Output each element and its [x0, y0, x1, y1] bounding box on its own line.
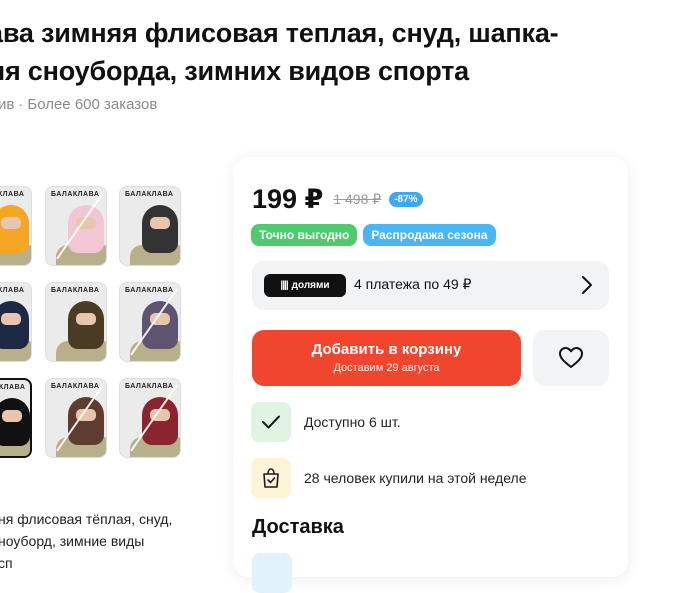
gallery-thumbnail[interactable]: БАЛАКЛАВА	[45, 186, 107, 266]
thumbnail-caption: БАЛАКЛАВА	[0, 191, 25, 198]
thumbnail-caption: БАЛАКЛАВА	[51, 383, 100, 390]
dolyami-logo-icon: ||||	[280, 280, 288, 291]
delivery-icon	[252, 553, 292, 593]
popularity-row: 28 человек купили на этой неделе	[251, 458, 526, 498]
popularity-badge	[251, 458, 291, 498]
gallery-thumbnail[interactable]: БАЛАКЛАВА	[119, 378, 181, 458]
delivery-date-label: Доставим 29 августа	[333, 362, 440, 374]
favorite-button[interactable]	[533, 330, 609, 386]
price-row: 199 ₽ 1 498 ₽ -87%	[252, 183, 423, 215]
gallery-thumbnail[interactable]: БАЛАКЛАВА	[0, 282, 32, 362]
discount-badge: -87%	[389, 191, 423, 207]
shopping-bag-icon	[263, 468, 279, 488]
installments-banner[interactable]: |||| долями 4 платежа по 49 ₽	[252, 261, 609, 310]
tag-good-deal[interactable]: Точно выгодно	[251, 224, 358, 246]
thumbnail-caption: БАЛАКЛАВА	[125, 287, 174, 294]
chevron-right-icon	[582, 276, 592, 294]
gallery-thumbnail[interactable]: БАЛАКЛАВА	[45, 282, 107, 362]
installments-text: 4 платежа по 49 ₽	[354, 276, 472, 292]
tag-season-sale[interactable]: Распродажа сезона	[363, 224, 496, 246]
thumbnail-caption: БАЛАКЛАВА	[125, 191, 174, 198]
dolyami-badge: |||| долями	[264, 274, 346, 297]
popularity-text: 28 человек купили на этой неделе	[304, 470, 527, 486]
gallery-thumbnail[interactable]: БАЛАКЛАВА	[0, 378, 32, 458]
heart-icon	[559, 347, 583, 368]
checkmark-icon	[262, 415, 280, 429]
gallery-thumbnail[interactable]: БАЛАКЛАВА	[0, 186, 32, 266]
gallery-thumbnail[interactable]: БАЛАКЛАВА	[119, 186, 181, 266]
thumbnail-caption: БАЛАКЛАВА	[125, 383, 174, 390]
product-description: ня флисовая тёплая, снуд, ноуборд, зимни…	[0, 511, 173, 571]
add-to-cart-label: Добавить в корзину	[311, 341, 462, 358]
availability-badge	[251, 402, 291, 442]
availability-row: Доступно 6 шт.	[251, 402, 401, 442]
image-gallery: БАЛАКЛАВА БАЛАКЛАВА БАЛАКЛАВА БАЛАКЛАВА БАЛА…	[0, 0, 200, 480]
delivery-heading: Доставка	[252, 516, 344, 538]
old-price: 1 498 ₽	[333, 190, 382, 207]
current-price: 199 ₽	[252, 183, 324, 214]
gallery-thumbnail[interactable]: БАЛАКЛАВА	[45, 378, 107, 458]
thumbnail-caption: БАЛАКЛАВА	[0, 287, 25, 294]
thumbnail-caption: БАЛАКЛАВА	[0, 384, 26, 391]
promo-tags: Точно выгодно Распродажа сезона	[251, 224, 496, 246]
thumbnail-caption: БАЛАКЛАВА	[51, 287, 100, 294]
availability-text: Доступно 6 шт.	[304, 414, 401, 430]
thumbnail-caption: БАЛАКЛАВА	[51, 191, 100, 198]
buy-box: 199 ₽ 1 498 ₽ -87% Точно выгодно Распрод…	[233, 157, 628, 593]
gallery-thumbnail[interactable]: БАЛАКЛАВА	[119, 282, 181, 362]
add-to-cart-button[interactable]: Добавить в корзину Доставим 29 августа	[252, 330, 521, 386]
